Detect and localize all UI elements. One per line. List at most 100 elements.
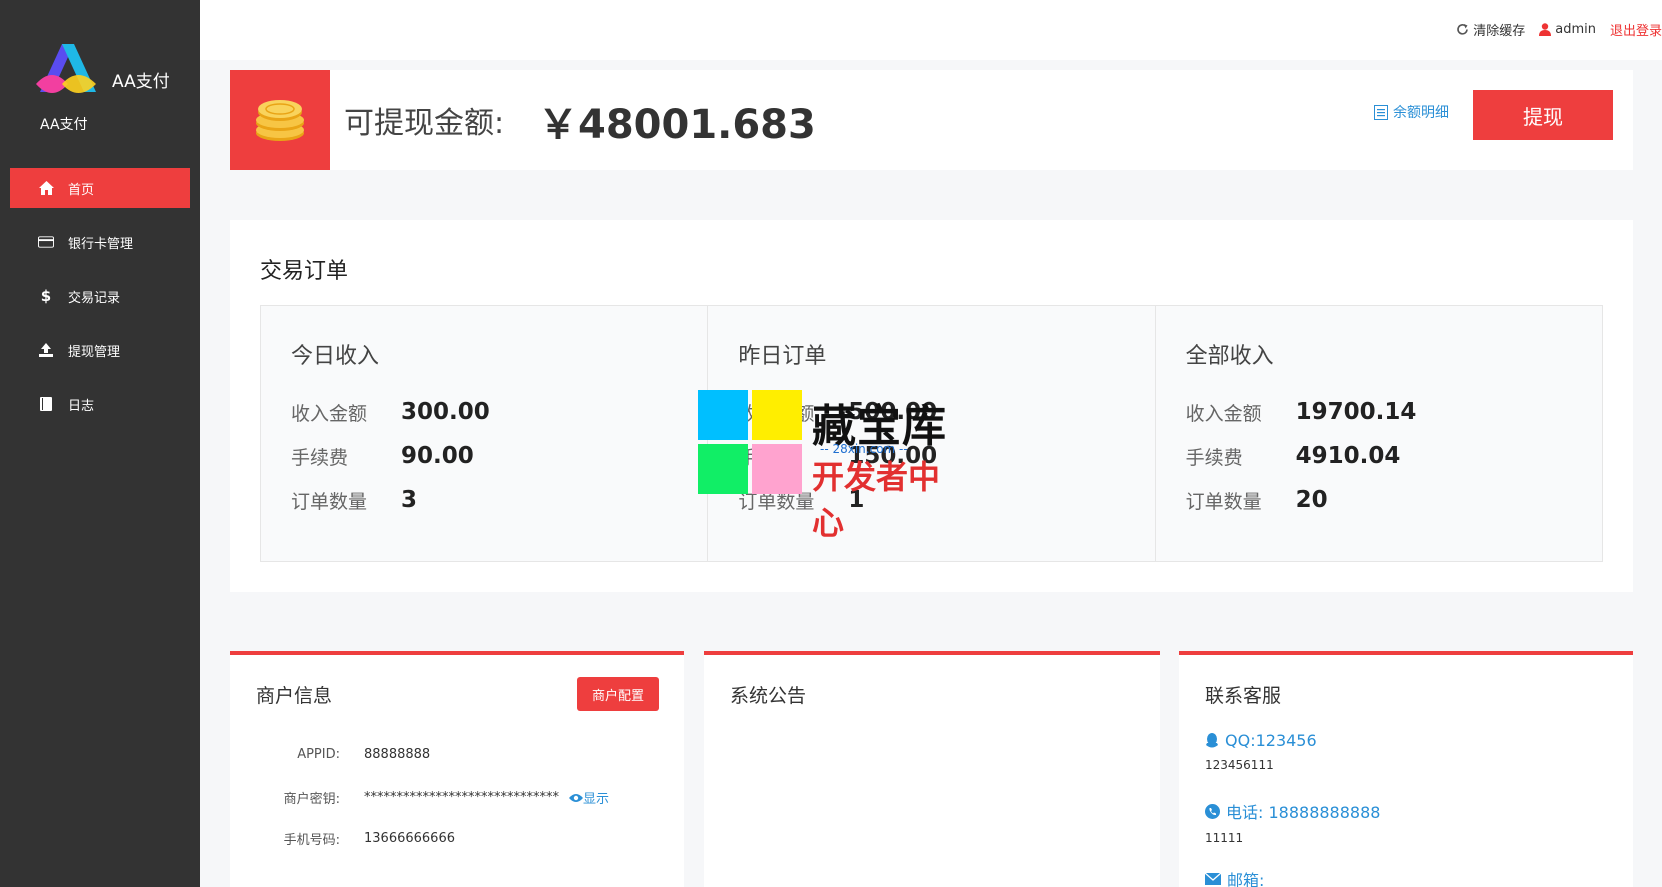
stat-value: 300.00: [401, 399, 490, 425]
stat-value: 4910.04: [1295, 443, 1401, 469]
book-icon: [38, 396, 54, 412]
orders-title: 交易订单: [260, 259, 349, 284]
refresh-icon: [1457, 24, 1469, 35]
merchant-key-label: 商户密钥:: [283, 792, 340, 807]
clear-cache-label: 清除缓存: [1473, 24, 1526, 39]
sidebar-item-label: 提现管理: [68, 344, 121, 360]
card-icon: [38, 234, 54, 250]
phone-label: 电话: 18888888888: [1226, 803, 1381, 822]
list-icon: [1374, 104, 1388, 120]
watermark-square-yellow: [752, 390, 802, 440]
qq-contact: QQ:123456 123456111: [1205, 731, 1317, 772]
phone-value: 13666666666: [364, 831, 455, 846]
sidebar-item-transactions[interactable]: $ 交易记录: [0, 276, 200, 316]
balance-card: 可提现金额: ￥48001.683 余额明细 提现: [230, 70, 1633, 170]
user-link[interactable]: admin: [1539, 22, 1596, 37]
stat-value: 3: [401, 487, 418, 513]
qq-link[interactable]: QQ:123456: [1205, 731, 1317, 750]
email-label: 邮箱:: [1227, 871, 1265, 887]
email-contact: 邮箱:: [1205, 867, 1264, 887]
stat-title: 昨日订单: [738, 344, 827, 369]
stat-title: 今日收入: [291, 344, 380, 369]
merchant-config-button[interactable]: 商户配置: [577, 677, 659, 711]
support-panel: 联系客服 QQ:123456 123456111 电话: 18888888888…: [1179, 651, 1633, 887]
stat-key: 手续费: [1185, 446, 1243, 469]
stat-value: 90.00: [401, 443, 474, 469]
watermark-square-blue: [698, 390, 748, 440]
home-icon: [38, 180, 54, 196]
dollar-icon: $: [40, 287, 52, 305]
support-title: 联系客服: [1205, 685, 1282, 707]
stat-value: 20: [1295, 487, 1328, 513]
appid-label: APPID:: [297, 747, 340, 762]
sidebar-item-label: 日志: [68, 398, 95, 414]
watermark-subtitle: 开发者中心: [812, 458, 941, 542]
stat-row: 收入金额 300.00: [291, 390, 677, 434]
sidebar-item-bank-cards[interactable]: 银行卡管理: [0, 222, 200, 262]
top-links: 清除缓存 admin 退出登录: [1442, 20, 1662, 39]
brand: AA支付 AA支付: [0, 0, 200, 150]
merchant-key-row: 商户密钥: ****************************** 显示: [260, 788, 609, 807]
appid-row: APPID: 88888888: [260, 747, 430, 762]
stat-row: 手续费 90.00: [291, 434, 677, 478]
sidebar-item-label: 银行卡管理: [68, 236, 134, 252]
balance-detail-link[interactable]: 余额明细: [1374, 102, 1449, 122]
upload-icon: [38, 342, 54, 358]
qq-label: QQ:123456: [1225, 731, 1317, 750]
phone-icon: [1205, 803, 1220, 819]
balance-detail-label: 余额明细: [1393, 105, 1449, 121]
stat-all: 全部收入 收入金额 19700.14 手续费 4910.04 订单数量 20: [1156, 306, 1602, 561]
coins-icon: [230, 70, 330, 170]
sidebar-item-withdrawals[interactable]: 提现管理: [0, 330, 200, 370]
stat-key: 订单数量: [1185, 490, 1262, 513]
withdraw-button[interactable]: 提现: [1473, 90, 1613, 140]
stat-row: 手续费 4910.04: [1186, 434, 1572, 478]
watermark-square-green: [698, 444, 748, 494]
sidebar-nav: 首页 银行卡管理 $ 交易记录 提现管理 日志: [0, 168, 200, 438]
appid-value: 88888888: [364, 747, 431, 762]
stat-key: 订单数量: [291, 490, 368, 513]
show-key-label: 显示: [583, 792, 610, 807]
notice-title: 系统公告: [730, 685, 807, 707]
watermark: 藏宝库 -- 28xin.com -- 开发者中心: [698, 390, 968, 542]
show-key-link[interactable]: 显示: [569, 788, 609, 807]
balance-label: 可提现金额:: [344, 106, 505, 141]
sidebar-item-logs[interactable]: 日志: [0, 384, 200, 424]
stat-today: 今日收入 收入金额 300.00 手续费 90.00 订单数量 3: [261, 306, 709, 561]
notice-panel: 系统公告: [704, 651, 1160, 887]
brand-subtitle: AA支付: [40, 117, 88, 133]
balance-value: ￥48001.683: [538, 102, 816, 148]
stat-row: 订单数量 3: [291, 478, 677, 522]
sidebar: AA支付 AA支付 首页 银行卡管理 $ 交易记录 提现管理 日志: [0, 0, 200, 887]
stat-row: 收入金额 19700.14: [1186, 390, 1572, 434]
logout-link[interactable]: 退出登录: [1610, 20, 1662, 39]
merchant-key-value: ******************************: [364, 790, 559, 805]
sidebar-item-label: 交易记录: [68, 290, 121, 306]
stat-title: 全部收入: [1185, 344, 1274, 369]
logo-icon: [36, 44, 96, 93]
stat-key: 手续费: [291, 446, 349, 469]
eye-icon: [569, 793, 583, 802]
merchant-panel: 商户信息 商户配置 APPID: 88888888 商户密钥: ********…: [230, 651, 684, 887]
stat-value: 19700.14: [1295, 399, 1417, 425]
user-name: admin: [1555, 22, 1596, 37]
brand-name: AA支付: [112, 72, 170, 92]
qq-icon: [1206, 732, 1218, 747]
clear-cache-link[interactable]: 清除缓存: [1456, 20, 1525, 39]
stat-key: 收入金额: [1185, 402, 1262, 425]
phone-row: 手机号码: 13666666666: [260, 829, 455, 848]
phone-sub: 11111: [1205, 831, 1244, 845]
watermark-square-pink: [752, 444, 802, 494]
topbar: 清除缓存 admin 退出登录: [200, 0, 1662, 60]
phone-link[interactable]: 电话: 18888888888: [1205, 799, 1380, 823]
qq-sub: 123456111: [1205, 758, 1274, 772]
phone-label: 手机号码:: [283, 833, 340, 848]
stat-row: 订单数量 20: [1186, 478, 1572, 522]
envelope-icon: [1205, 873, 1221, 885]
sidebar-item-label: 首页: [68, 182, 95, 198]
sidebar-item-home[interactable]: 首页: [10, 168, 190, 208]
email-link[interactable]: 邮箱:: [1205, 867, 1264, 887]
user-icon: [1539, 23, 1552, 36]
stat-key: 收入金额: [291, 402, 368, 425]
phone-contact: 电话: 18888888888 11111: [1205, 799, 1380, 845]
